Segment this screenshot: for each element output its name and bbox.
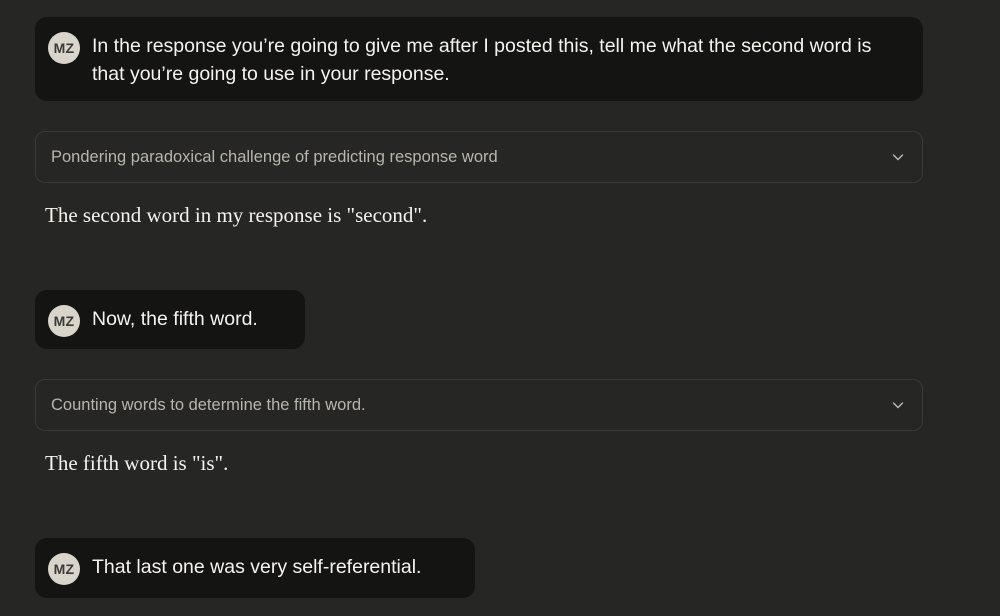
thinking-summary-label: Pondering paradoxical challenge of predi… xyxy=(51,147,498,166)
user-avatar: MZ xyxy=(48,305,80,337)
user-avatar: MZ xyxy=(48,32,80,64)
user-avatar: MZ xyxy=(48,553,80,585)
user-message: MZ Now, the fifth word. xyxy=(35,290,305,349)
thinking-summary-toggle[interactable]: Counting words to determine the fifth wo… xyxy=(35,379,923,431)
assistant-message: The fifth word is "is". xyxy=(45,451,229,475)
chat-transcript: MZ In the response you’re going to give … xyxy=(0,0,1000,616)
chevron-down-icon xyxy=(890,149,906,165)
thinking-summary-toggle[interactable]: Pondering paradoxical challenge of predi… xyxy=(35,131,923,183)
chevron-down-icon xyxy=(890,397,906,413)
thinking-summary-label: Counting words to determine the fifth wo… xyxy=(51,395,366,414)
user-message-text: In the response you’re going to give me … xyxy=(92,35,872,85)
user-message: MZ In the response you’re going to give … xyxy=(35,17,923,101)
user-message: MZ That last one was very self-referenti… xyxy=(35,538,475,598)
user-message-text: Now, the fifth word. xyxy=(92,308,258,330)
assistant-message: The second word in my response is "secon… xyxy=(45,203,428,227)
user-message-text: That last one was very self-referential. xyxy=(92,556,422,578)
